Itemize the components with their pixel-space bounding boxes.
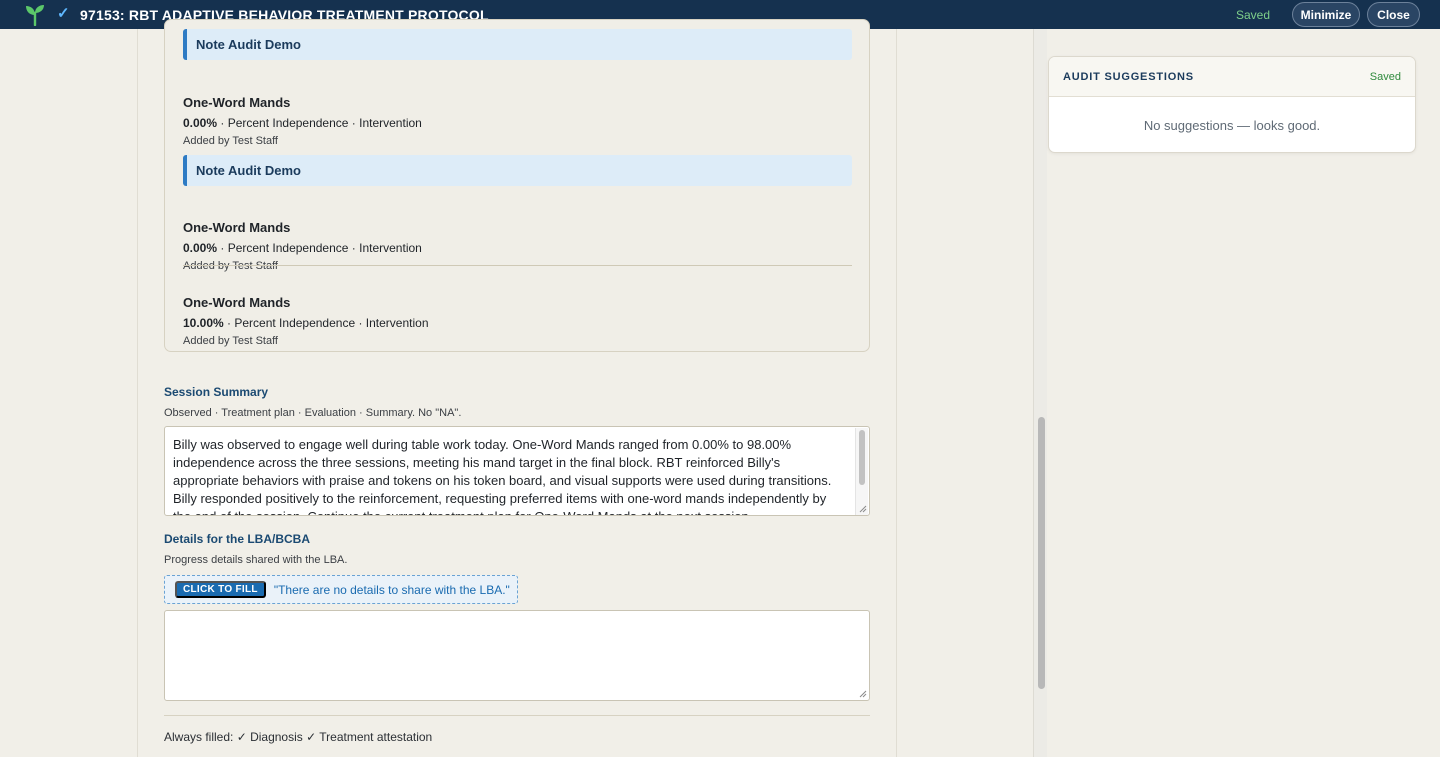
saved-status: Saved (1236, 8, 1271, 22)
check-icon: ✓ (57, 5, 70, 22)
note-group-heading: Note Audit Demo (183, 29, 852, 60)
audit-saved-status: Saved (1369, 70, 1401, 83)
session-summary-title: Session Summary (164, 385, 269, 399)
page-scroll-thumb[interactable] (1038, 417, 1045, 689)
progress-entry: One-Word Mands 0.00% · Percent Independe… (183, 95, 852, 148)
entry-details: · Percent Independence · Intervention (217, 241, 422, 255)
note-document: Note Audit Demo One-Word Mands 0.00% · P… (137, 19, 897, 757)
entry-details: · Percent Independence · Intervention (223, 316, 429, 330)
note-group-heading: Note Audit Demo (183, 155, 852, 186)
audit-panel-header: AUDIT SUGGESTIONS Saved (1049, 57, 1415, 97)
entry-meta: 0.00% · Percent Independence · Intervent… (183, 116, 852, 130)
entry-meta: 10.00% · Percent Independence · Interven… (183, 316, 852, 330)
entry-added-by: Added by Test Staff (183, 135, 278, 147)
lba-details-hint: Progress details shared with the LBA. (164, 554, 348, 566)
entry-value: 0.00% (183, 241, 218, 255)
textarea-scroll-thumb[interactable] (859, 430, 865, 485)
resize-grip-icon[interactable] (859, 690, 867, 698)
audit-suggestions-panel: AUDIT SUGGESTIONS Saved No suggestions —… (1048, 56, 1416, 153)
entry-added-by: Added by Test Staff (183, 260, 278, 272)
entry-value: 10.00% (183, 316, 224, 330)
lba-details-title: Details for the LBA/BCBA (164, 532, 311, 546)
always-filled-note: Always filled: ✓ Diagnosis ✓ Treatment a… (164, 730, 433, 744)
lba-details-textarea[interactable] (164, 610, 870, 701)
entry-target-name: One-Word Mands (183, 295, 291, 310)
close-button[interactable]: Close (1367, 2, 1420, 27)
entry-target-name: One-Word Mands (183, 95, 291, 110)
session-summary-textarea[interactable]: Billy was observed to engage well during… (164, 426, 870, 516)
audit-empty-message: No suggestions — looks good. (1143, 118, 1321, 133)
audit-panel-title: AUDIT SUGGESTIONS (1063, 70, 1194, 83)
fill-suggestion-text[interactable]: "There are no details to share with the … (274, 583, 510, 597)
sprout-logo-icon (26, 5, 44, 26)
page-scrollbar[interactable] (1033, 29, 1047, 757)
progress-entry: One-Word Mands 10.00% · Percent Independ… (183, 295, 852, 348)
lba-details-value[interactable] (165, 611, 869, 620)
session-summary-hint: Observed · Treatment plan · Evaluation ·… (164, 407, 462, 419)
resize-grip-icon[interactable] (859, 505, 867, 513)
audit-sidebar: AUDIT SUGGESTIONS Saved No suggestions —… (1047, 29, 1440, 757)
entry-target-name: One-Word Mands (183, 220, 291, 235)
entry-details: · Percent Independence · Intervention (217, 116, 422, 130)
entry-meta: 0.00% · Percent Independence · Intervent… (183, 241, 852, 255)
section-divider (164, 715, 870, 716)
entry-added-by: Added by Test Staff (183, 335, 278, 347)
click-to-fill-button[interactable]: CLICK TO FILL (175, 581, 266, 598)
entry-divider (183, 265, 852, 266)
session-summary-text[interactable]: Billy was observed to engage well during… (165, 427, 869, 515)
textarea-scrollbar[interactable] (855, 428, 868, 515)
minimize-button[interactable]: Minimize (1292, 2, 1360, 27)
progress-notes-card: Note Audit Demo One-Word Mands 0.00% · P… (164, 19, 870, 352)
entry-value: 0.00% (183, 116, 218, 130)
fill-suggestion[interactable]: CLICK TO FILL "There are no details to s… (164, 575, 518, 604)
